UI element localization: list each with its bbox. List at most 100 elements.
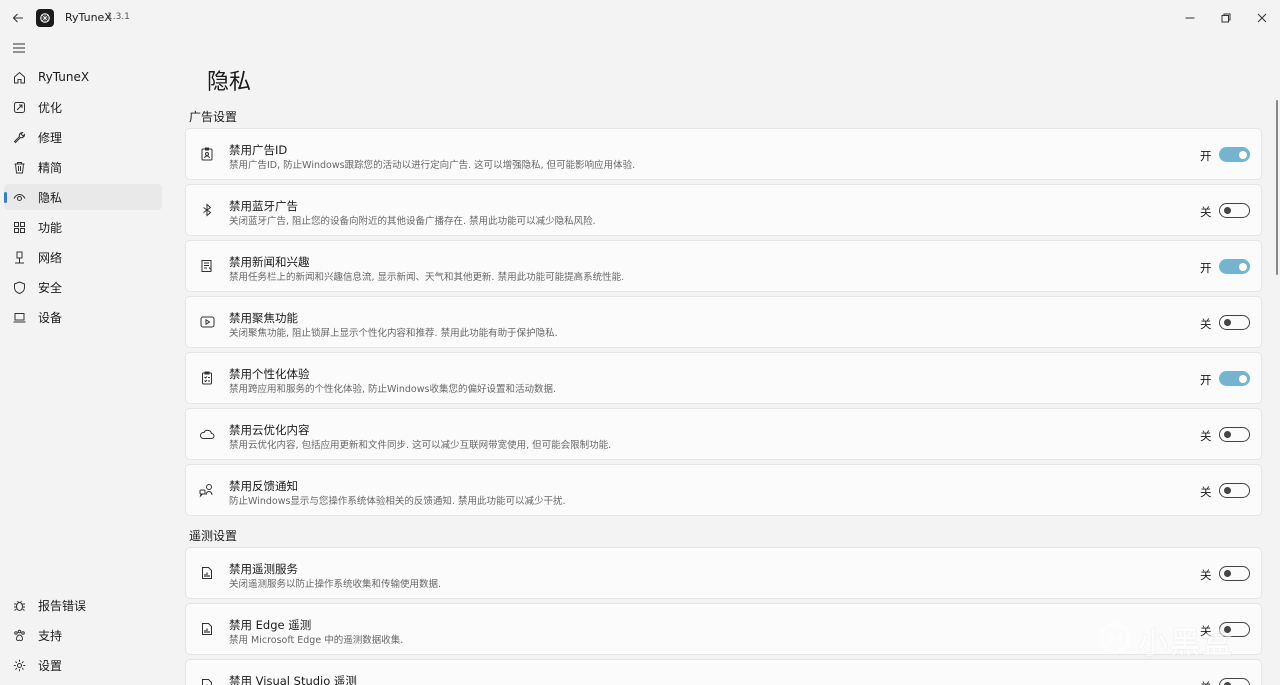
sidebar-item-repair[interactable]: 修理	[4, 124, 162, 150]
setting-title: 禁用聚焦功能	[229, 311, 298, 325]
sidebar-nav: RyTuneX 优化 修理 精简 隐私 功能 网络 安全 设备	[4, 64, 162, 334]
eye-icon	[12, 190, 26, 204]
sidebar-item-optimize[interactable]: 优化	[4, 94, 162, 120]
setting-title: 禁用新闻和兴趣	[229, 255, 310, 269]
sidebar-item-label: 设置	[38, 658, 63, 673]
sidebar-footer: 报告错误 支持 设置	[4, 592, 162, 682]
setting-description: 禁用广告ID, 防止Windows跟踪您的活动以进行定向广告. 这可以增强隐私,…	[229, 160, 636, 171]
toggle-state-label: 开	[1200, 261, 1212, 275]
sidebar-item-label: 修理	[38, 130, 63, 145]
setting-card-disable-personalized-experience: 禁用个性化体验 禁用跨应用和服务的个性化体验, 防止Windows收集您的偏好设…	[185, 352, 1262, 404]
network-icon	[12, 250, 26, 264]
toggle-knob	[1224, 319, 1231, 326]
setting-title: 禁用 Edge 遥测	[229, 618, 312, 632]
setting-card-disable-ad-id: 禁用广告ID 禁用广告ID, 防止Windows跟踪您的活动以进行定向广告. 这…	[185, 128, 1262, 180]
sidebar-item-label: 隐私	[38, 190, 63, 205]
sidebar-item-features[interactable]: 功能	[4, 214, 162, 240]
sidebar-item-label: 优化	[38, 100, 63, 115]
toggle-knob	[1224, 207, 1231, 214]
toggle-knob	[1239, 374, 1247, 383]
bug-icon	[12, 598, 26, 612]
toggle-switch[interactable]	[1219, 315, 1250, 330]
toggle-state-label: 关	[1200, 429, 1212, 443]
setting-title: 禁用个性化体验	[229, 367, 310, 381]
toggle-switch[interactable]	[1219, 483, 1250, 498]
sidebar-item-network[interactable]: 网络	[4, 244, 162, 270]
toggle-state-label: 开	[1200, 373, 1212, 387]
news-icon	[199, 258, 215, 274]
setting-description: 禁用 Microsoft Edge 中的遥测数据收集.	[229, 635, 404, 646]
app-name: RyTuneX	[65, 11, 112, 24]
toggle-switch[interactable]	[1219, 371, 1250, 386]
rocket-icon	[12, 100, 26, 114]
paw-icon	[12, 628, 26, 642]
main-content: 隐私 广告设置 禁用广告ID 禁用广告ID, 防止Windows跟踪您的活动以进…	[176, 36, 1270, 685]
restore-icon[interactable]	[1213, 6, 1239, 30]
sidebar-item-settings[interactable]: 设置	[4, 652, 162, 678]
sidebar-item-security[interactable]: 安全	[4, 274, 162, 300]
setting-card-disable-spotlight: 禁用聚焦功能 关闭聚焦功能, 阻止锁屏上显示个性化内容和推荐. 禁用此功能有助于…	[185, 296, 1262, 348]
vertical-scrollbar[interactable]	[1276, 100, 1278, 275]
wrench-icon	[12, 130, 26, 144]
telemetry-icon	[199, 565, 215, 581]
toggle-state-label: 关	[1200, 568, 1212, 582]
sidebar-item-label: 报告错误	[38, 598, 87, 613]
toggle-state-label: 开	[1200, 149, 1212, 163]
sidebar-item-label: 功能	[38, 220, 63, 235]
setting-card-disable-news-interests: 禁用新闻和兴趣 禁用任务栏上的新闻和兴趣信息流, 显示新闻、天气和其他更新. 禁…	[185, 240, 1262, 292]
setting-description: 关闭蓝牙广告, 阻止您的设备向附近的其他设备广播存在. 禁用此功能可以减少隐私风…	[229, 216, 596, 227]
telemetry-icon	[199, 621, 215, 637]
setting-title: 禁用蓝牙广告	[229, 199, 298, 213]
setting-card-disable-bluetooth-ads: 禁用蓝牙广告 关闭蓝牙广告, 阻止您的设备向附近的其他设备广播存在. 禁用此功能…	[185, 184, 1262, 236]
setting-card-disable-feedback: 禁用反馈通知 防止Windows显示与您操作系统体验相关的反馈通知. 禁用此功能…	[185, 464, 1262, 516]
shield-icon	[12, 280, 26, 294]
setting-title: 禁用 Visual Studio 遥测	[229, 674, 357, 685]
feedback-icon	[199, 482, 215, 498]
section-title-ads: 广告设置	[189, 110, 238, 124]
toggle-knob	[1224, 570, 1231, 577]
page-title: 隐私	[207, 70, 252, 95]
sidebar-item-report-bug[interactable]: 报告错误	[4, 592, 162, 618]
watermark: 小黑盒	[1098, 618, 1234, 662]
sidebar-item-home[interactable]: RyTuneX	[4, 64, 162, 90]
toggle-switch[interactable]	[1219, 427, 1250, 442]
telemetry-icon	[199, 677, 215, 685]
sidebar-item-label: RyTuneX	[38, 70, 90, 84]
setting-description: 防止Windows显示与您操作系统体验相关的反馈通知. 禁用此功能可以减少干扰.	[229, 496, 566, 507]
toggle-switch[interactable]	[1219, 147, 1250, 162]
setting-title: 禁用云优化内容	[229, 423, 310, 437]
hamburger-icon[interactable]	[9, 39, 29, 57]
toggle-switch[interactable]	[1219, 203, 1250, 218]
close-icon[interactable]	[1249, 6, 1275, 30]
bluetooth-icon	[199, 202, 215, 218]
setting-card-disable-cloud-content: 禁用云优化内容 禁用云优化内容, 包括应用更新和文件同步. 这可以减少互联网带宽…	[185, 408, 1262, 460]
toggle-knob	[1224, 431, 1231, 438]
setting-description: 禁用跨应用和服务的个性化体验, 防止Windows收集您的偏好设置和活动数据.	[229, 384, 556, 395]
setting-description: 关闭遥测服务以防止操作系统收集和传输使用数据.	[229, 579, 442, 590]
toggle-knob	[1224, 487, 1231, 494]
minimize-icon[interactable]	[1177, 6, 1203, 30]
sidebar-item-devices[interactable]: 设备	[4, 304, 162, 330]
toggle-switch[interactable]	[1219, 678, 1250, 685]
arrow-left-icon[interactable]	[8, 8, 28, 28]
toggle-state-label: 关	[1200, 205, 1212, 219]
title-bar: RyTuneX 1.3.1	[0, 0, 1280, 36]
heybox-logo-icon	[1098, 621, 1132, 659]
toggle-knob	[1239, 262, 1247, 271]
sidebar-item-support[interactable]: 支持	[4, 622, 162, 648]
sidebar-item-label: 安全	[38, 280, 63, 295]
toggle-state-label: 关	[1200, 317, 1212, 331]
sidebar-item-debloat[interactable]: 精简	[4, 154, 162, 180]
toggle-state-label: 关	[1200, 485, 1212, 499]
spotlight-icon	[199, 314, 215, 330]
toggle-switch[interactable]	[1219, 566, 1250, 581]
toggle-state-label: 关	[1200, 679, 1212, 685]
gear-icon	[12, 658, 26, 672]
apps-icon	[12, 220, 26, 234]
setting-description: 禁用云优化内容, 包括应用更新和文件同步. 这可以减少互联网带宽使用, 但可能会…	[229, 440, 612, 451]
sidebar-item-privacy[interactable]: 隐私	[4, 184, 162, 210]
setting-title: 禁用反馈通知	[229, 479, 298, 493]
app-logo-icon	[36, 9, 54, 27]
toggle-switch[interactable]	[1219, 259, 1250, 274]
setting-card-disable-telemetry: 禁用遥测服务 关闭遥测服务以防止操作系统收集和传输使用数据. 关	[185, 547, 1262, 599]
